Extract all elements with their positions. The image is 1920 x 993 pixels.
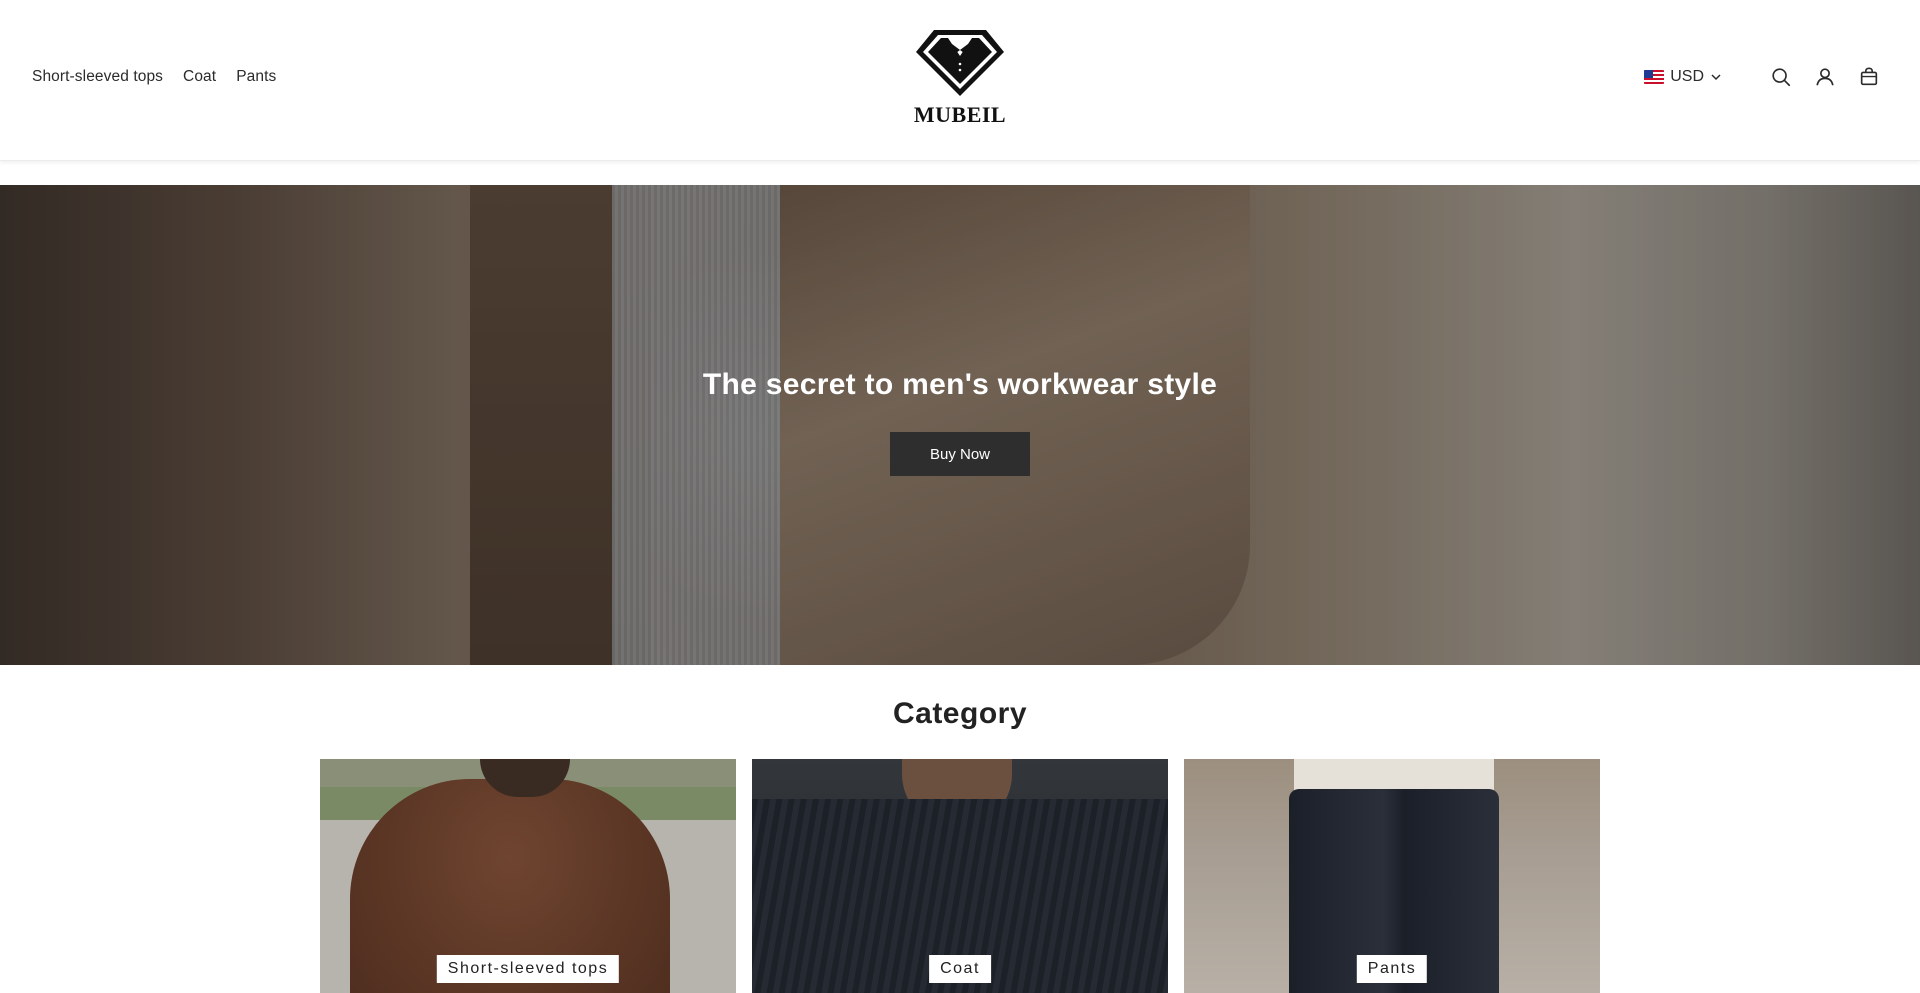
buy-now-button[interactable]: Buy Now (890, 432, 1030, 476)
nav-item-coat[interactable]: Coat (183, 68, 216, 86)
nav-item-pants[interactable]: Pants (236, 68, 276, 86)
category-card-label: Coat (929, 955, 991, 983)
us-flag-icon (1644, 70, 1665, 84)
diamond-logo-icon (916, 30, 1004, 96)
category-title: Category (892, 697, 1028, 730)
account-icon[interactable] (1814, 66, 1836, 88)
currency-label: USD (1670, 68, 1704, 85)
currency-selector[interactable]: USD (1644, 68, 1722, 86)
search-icon[interactable] (1770, 66, 1792, 88)
chevron-down-icon (1711, 74, 1721, 81)
category-card-coat[interactable]: Coat (752, 759, 1168, 993)
hero-title: The secret to men's workwear style (702, 368, 1218, 401)
cart-icon[interactable] (1858, 66, 1880, 88)
category-card-short-sleeved-tops[interactable]: Short-sleeved tops (320, 759, 736, 993)
site-header: Short-sleeved tops Coat Pants MUBEIL USD (0, 0, 1920, 161)
hero-image-jacket-left (470, 185, 650, 665)
hero-banner: The secret to men's workwear style Buy N… (0, 185, 1920, 665)
nav-item-short-sleeved-tops[interactable]: Short-sleeved tops (32, 68, 163, 86)
hero-image-jacket-right (780, 185, 1250, 665)
category-card-label: Short-sleeved tops (436, 955, 620, 983)
brand-logo[interactable]: MUBEIL (910, 26, 1010, 128)
main-nav: Short-sleeved tops Coat Pants (32, 68, 276, 86)
category-card-pants[interactable]: Pants (1184, 759, 1600, 993)
category-cards: Short-sleeved tops Coat Pants (320, 759, 1600, 993)
header-tools: USD (1644, 66, 1880, 88)
brand-name: MUBEIL (913, 102, 1007, 127)
hero-image-shirt (612, 185, 812, 665)
category-card-label: Pants (1356, 955, 1428, 983)
